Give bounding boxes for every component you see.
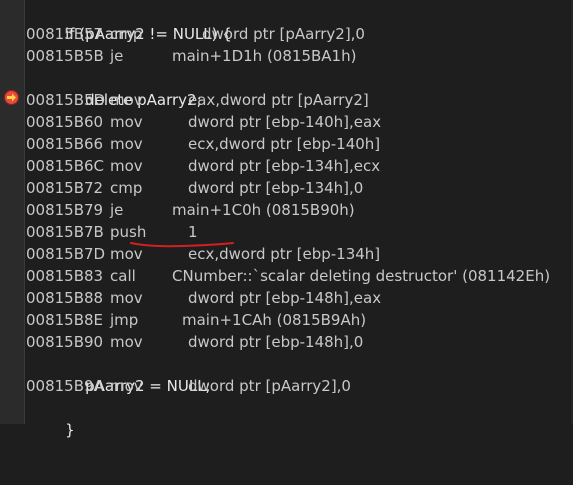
- disassembly-row[interactable]: 00815B66 mov ecx,dword ptr [ebp-140h]: [24, 133, 564, 155]
- mnemonic: cmp: [110, 179, 143, 197]
- source-line: pAarry2 = NULL;: [66, 353, 211, 395]
- mnemonic: jmp: [110, 311, 139, 329]
- address: 00815B7B: [26, 223, 104, 241]
- disassembly-row[interactable]: 00815B5B je main+1D1h (0815BA1h): [24, 45, 564, 67]
- address: 00815B8E: [26, 311, 104, 329]
- disassembly-row[interactable]: 00815B6C mov dword ptr [ebp-134h],ecx: [24, 155, 564, 177]
- disassembly-row[interactable]: 00815B72 cmp dword ptr [ebp-134h],0: [24, 177, 564, 199]
- address: 00815B5B: [26, 47, 104, 65]
- address: 00815B6C: [26, 157, 105, 175]
- source-line: }: [46, 397, 75, 439]
- disassembly-row[interactable]: 00815B88 mov dword ptr [ebp-148h],eax: [24, 287, 564, 309]
- mnemonic: mov: [110, 333, 143, 351]
- mnemonic: call: [110, 267, 136, 285]
- operands: dword ptr [ebp-148h],0: [188, 333, 364, 351]
- address: 00815B57: [26, 25, 104, 43]
- disassembly-row[interactable]: 00815B7B push 1: [24, 221, 564, 243]
- mnemonic: push: [110, 223, 147, 241]
- operands: dword ptr [pAarry2],0: [202, 25, 365, 43]
- address: 00815B66: [26, 135, 104, 153]
- source-line: delete pAarry2;: [66, 67, 202, 109]
- operands: dword ptr [pAarry2],0: [188, 377, 351, 395]
- instruction-pointer-arrow-icon: [4, 90, 19, 105]
- mnemonic: je: [110, 47, 124, 65]
- operands: main+1D1h (0815BA1h): [172, 47, 357, 65]
- address: 00815B60: [26, 113, 104, 131]
- operands: eax,dword ptr [pAarry2]: [188, 91, 369, 109]
- address: 00815B5D: [26, 91, 106, 109]
- disassembly-row[interactable]: 00815B9A mov dword ptr [pAarry2],0: [24, 375, 564, 397]
- mnemonic: cmp: [110, 25, 143, 43]
- address: 00815B79: [26, 201, 104, 219]
- mnemonic: mov: [110, 377, 143, 395]
- address: 00815B72: [26, 179, 104, 197]
- operands: ecx,dword ptr [ebp-140h]: [188, 135, 381, 153]
- disassembly-row[interactable]: 00815B8E jmp main+1CAh (0815B9Ah): [24, 309, 564, 331]
- address: 00815B83: [26, 267, 104, 285]
- mnemonic: mov: [110, 157, 143, 175]
- mnemonic: mov: [110, 289, 143, 307]
- disassembly-row[interactable]: 00815B90 mov dword ptr [ebp-148h],0: [24, 331, 564, 353]
- breakpoint-gutter[interactable]: [0, 0, 25, 424]
- address: 00815B90: [26, 333, 104, 351]
- annotation-underline: [130, 242, 234, 248]
- operands: dword ptr [ebp-148h],eax: [188, 289, 382, 307]
- operands: CNumber::`scalar deleting destructor' (0…: [172, 267, 551, 285]
- disassembly-row[interactable]: 00815B60 mov dword ptr [ebp-140h],eax: [24, 111, 564, 133]
- disassembly-view[interactable]: if (pAarry2 != NULL) { 00815B57 cmp dwor…: [24, 0, 573, 439]
- operands: main+1CAh (0815B9Ah): [182, 311, 367, 329]
- operands: dword ptr [ebp-134h],ecx: [188, 157, 381, 175]
- address: 00815B7D: [26, 245, 106, 263]
- operands: dword ptr [ebp-140h],eax: [188, 113, 382, 131]
- source-line: if (pAarry2 != NULL) {: [46, 1, 232, 43]
- mnemonic: mov: [110, 113, 143, 131]
- mnemonic: mov: [110, 91, 143, 109]
- disassembly-row-current[interactable]: 00815B5D mov eax,dword ptr [pAarry2]: [24, 89, 564, 111]
- operands: main+1C0h (0815B90h): [172, 201, 355, 219]
- address: 00815B9A: [26, 377, 104, 395]
- disassembly-row[interactable]: 00815B79 je main+1C0h (0815B90h): [24, 199, 564, 221]
- operands: 1: [188, 223, 198, 241]
- address: 00815B88: [26, 289, 104, 307]
- mnemonic: je: [110, 201, 124, 219]
- disassembly-row[interactable]: 00815B7D mov ecx,dword ptr [ebp-134h]: [24, 243, 564, 265]
- mnemonic: mov: [110, 135, 143, 153]
- disassembly-row[interactable]: 00815B57 cmp dword ptr [pAarry2],0: [24, 23, 564, 45]
- disassembly-row[interactable]: 00815B83 call CNumber::`scalar deleting …: [24, 265, 569, 287]
- operands: dword ptr [ebp-134h],0: [188, 179, 364, 197]
